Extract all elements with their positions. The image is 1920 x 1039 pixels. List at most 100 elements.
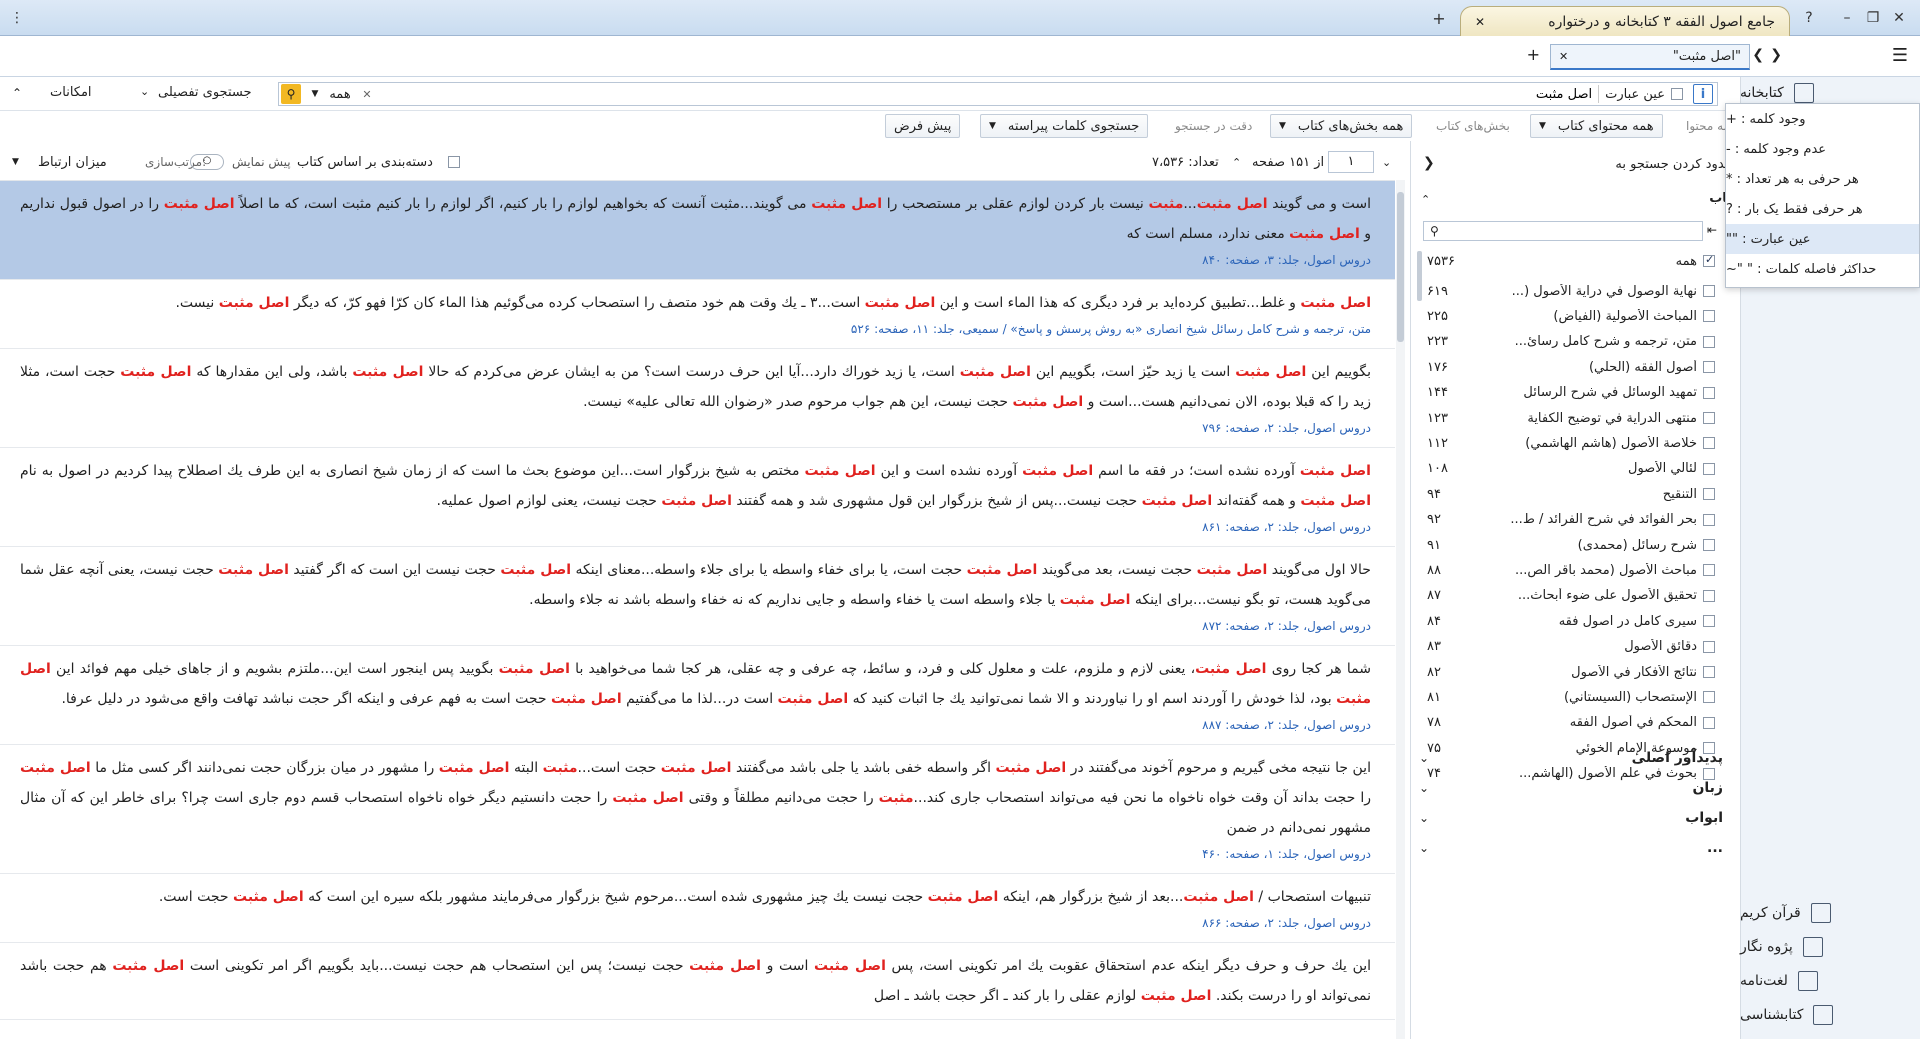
book-name: نهاية الوصول في دراية الأصول (... (1511, 283, 1697, 299)
sort-dropdown-icon[interactable]: ▼ (12, 157, 19, 167)
result-item[interactable]: این یك حرف و حرف دیگر اینکه عدم استحقاق … (0, 943, 1395, 1020)
hamburger-icon[interactable]: ☰ (1892, 45, 1908, 66)
tab-prev-icon[interactable]: ❯ (1770, 47, 1782, 63)
book-checkbox[interactable] (1703, 513, 1715, 526)
new-app-tab-button[interactable]: + (1428, 8, 1450, 28)
tab-next-icon[interactable]: ❮ (1752, 47, 1764, 63)
advanced-search-button[interactable]: جستجوی تفصیلی (158, 85, 252, 100)
app-menu-icon[interactable]: ⋮ (6, 8, 28, 28)
search-icon[interactable]: ⚲ (281, 84, 301, 104)
book-checkbox[interactable] (1703, 564, 1715, 577)
result-item[interactable]: اصل مثبت و غلط...تطبیق کرده‌اید بر فرد د… (0, 280, 1395, 349)
result-source-link[interactable]: متن، ترجمه و شرح کامل رسائل شیخ انصاری «… (20, 318, 1371, 340)
book-name: تمهيد الوسائل في شرح الرسائل (1523, 385, 1697, 401)
page-down-icon[interactable]: ⌄ (1382, 156, 1391, 169)
sparse-words-combo[interactable]: ▼ جستجوی کلمات پیراسته (980, 114, 1149, 138)
advanced-chevron-icon[interactable]: ⌄ (140, 85, 149, 98)
book-filter-row[interactable]: ۷۵۳۶ همه (1411, 246, 1721, 276)
default-button[interactable]: پیش فرض (885, 114, 961, 138)
book-checkbox[interactable] (1703, 462, 1715, 475)
clear-search-icon[interactable]: ✕ (357, 88, 377, 101)
collapse-up-icon[interactable]: ⌃ (12, 86, 22, 100)
result-item[interactable]: این جا نتیجه مخی گیریم و مرحوم آخوند می‌… (0, 745, 1395, 874)
nav-item[interactable]: لغت‌نامه (1740, 965, 1920, 997)
close-doc-tab-icon[interactable]: ✕ (1559, 50, 1568, 63)
page-up-icon[interactable]: ⌃ (1232, 156, 1241, 169)
book-checkbox[interactable] (1703, 589, 1715, 602)
close-tab-icon[interactable]: ✕ (1475, 15, 1485, 29)
menu-item[interactable]: هر حرفی فقط یک بار : ? (1726, 194, 1919, 224)
result-text-part: یا جلاء واسطه است یا خفاء واسطه و جایی ن… (529, 592, 1060, 608)
panel-expand-icon[interactable]: ❯ (1423, 155, 1435, 171)
exact-phrase-checkbox[interactable] (1671, 88, 1683, 100)
menu-item[interactable]: عین عبارت : "" (1726, 224, 1919, 254)
book-checkbox[interactable] (1703, 335, 1715, 348)
book-list-scrollbar[interactable] (1417, 251, 1422, 301)
tab-search-result[interactable]: ✕ "اصل مثبت" (1550, 44, 1750, 70)
filter-section-header[interactable]: ابواب ⌄ (1411, 803, 1731, 833)
filter-section-header[interactable]: زبان ⌄ (1411, 773, 1731, 803)
search-input[interactable] (377, 83, 1599, 105)
result-text-part: این جا نتیجه مخی گیریم و مرحوم آخوند می‌… (1066, 760, 1371, 776)
book-checkbox[interactable] (1703, 437, 1715, 450)
book-checkbox[interactable] (1703, 666, 1715, 678)
book-checkbox[interactable] (1703, 488, 1715, 501)
book-checkbox[interactable] (1703, 285, 1715, 297)
result-item[interactable]: شما هر کجا روی اصل مثبت، یعنی لازم و ملز… (0, 646, 1395, 745)
result-item[interactable]: بگوییم این اصل مثبت است یا زید حیّز است،… (0, 349, 1395, 448)
help-icon[interactable]: ? (1798, 8, 1820, 28)
book-checkbox[interactable] (1703, 539, 1715, 551)
book-count: ۲۲۳ (1427, 334, 1448, 350)
menu-item[interactable]: هر حرفی به هر تعداد : * (1726, 164, 1919, 194)
result-source-link[interactable]: دروس اصول، جلد: ۲، صفحه: ۷۹۶ (20, 417, 1371, 439)
info-icon[interactable]: i (1693, 84, 1713, 104)
result-source-link[interactable]: دروس اصول، جلد: ۳، صفحه: ۸۴۰ (20, 249, 1371, 271)
books-collapse-icon[interactable]: ⌃ (1421, 193, 1430, 206)
scope-dropdown-icon[interactable]: ▼ (307, 89, 323, 99)
book-checkbox[interactable] (1703, 691, 1715, 704)
result-text-part: است...۳ ـ یك وقت هم خود متصف را استصحاب … (289, 295, 865, 311)
filter-section-header[interactable]: ... ⌄ (1411, 833, 1731, 863)
menu-item[interactable]: وجود کلمه : + (1726, 104, 1919, 134)
sort-value[interactable]: میزان ارتباط (38, 155, 107, 170)
group-by-book-checkbox[interactable] (448, 156, 460, 168)
result-source-link[interactable]: دروس اصول، جلد: ۲، صفحه: ۸۸۷ (20, 714, 1371, 736)
menu-item[interactable]: حداکثر فاصله کلمات : " "~ (1726, 254, 1919, 284)
restore-icon[interactable]: ❐ (1862, 8, 1884, 28)
book-checkbox[interactable] (1703, 310, 1715, 323)
book-filter-input[interactable]: ⚲ (1423, 221, 1703, 241)
book-checkbox[interactable] (1703, 640, 1715, 653)
result-item[interactable]: اصل مثبت آورده نشده است؛ در فقه ما اسم ا… (0, 448, 1395, 547)
book-checkbox[interactable] (1703, 361, 1715, 374)
page-number-input[interactable]: ۱ (1328, 151, 1374, 173)
features-button[interactable]: امکانات (50, 85, 92, 100)
scope-value[interactable]: همه (323, 87, 357, 102)
result-source-link[interactable]: دروس اصول، جلد: ۲، صفحه: ۸۷۲ (20, 615, 1371, 637)
result-source-link[interactable]: دروس اصول، جلد: ۱، صفحه: ۴۶۰ (20, 843, 1371, 865)
book-checkbox[interactable] (1703, 716, 1715, 729)
result-source-link[interactable]: دروس اصول، جلد: ۲، صفحه: ۸۶۶ (20, 912, 1371, 934)
book-checkbox[interactable] (1703, 253, 1715, 267)
minimize-icon[interactable]: – (1836, 8, 1858, 28)
add-doc-tab-button[interactable]: + (1527, 45, 1540, 64)
result-source-link[interactable]: دروس اصول، جلد: ۲، صفحه: ۸۶۱ (20, 516, 1371, 538)
sections-combo[interactable]: ▼ همه بخش‌های کتاب (1270, 114, 1413, 138)
nav-item[interactable]: کتابشناسی (1740, 999, 1920, 1031)
result-text-part: شما هر کجا روی (1266, 661, 1371, 677)
result-item[interactable]: تنبیهات استصحاب / اصل مثبت...بعد از شیخ … (0, 874, 1395, 943)
content-combo[interactable]: ▼ همه محتوای کتاب (1530, 114, 1663, 138)
menu-item[interactable]: عدم وجود کلمه : - (1726, 134, 1919, 164)
book-checkbox[interactable] (1703, 615, 1715, 628)
result-item[interactable]: است و می گویند اصل مثبت...مثبت نیست بار … (0, 181, 1395, 280)
book-filter-clear-icon[interactable]: ⇤ (1707, 223, 1717, 237)
close-window-icon[interactable]: ✕ (1888, 8, 1910, 28)
nav-item[interactable]: قرآن کریم (1740, 897, 1920, 929)
book-checkbox[interactable] (1703, 386, 1715, 399)
nav-item[interactable]: پژوه نگار (1740, 931, 1920, 963)
filter-section-header[interactable]: پدیدآور اصلی ⌄ (1411, 743, 1731, 773)
results-scrollbar[interactable] (1396, 180, 1405, 1039)
book-checkbox[interactable] (1703, 412, 1715, 424)
app-tab[interactable]: ✕ جامع اصول الفقه ۳ کتابخانه و درختواره (1460, 6, 1790, 36)
result-item[interactable]: حالا اول می‌گویند اصل مثبت حجت نیست، بعد… (0, 547, 1395, 646)
preview-toggle[interactable]: ○ (190, 154, 224, 170)
